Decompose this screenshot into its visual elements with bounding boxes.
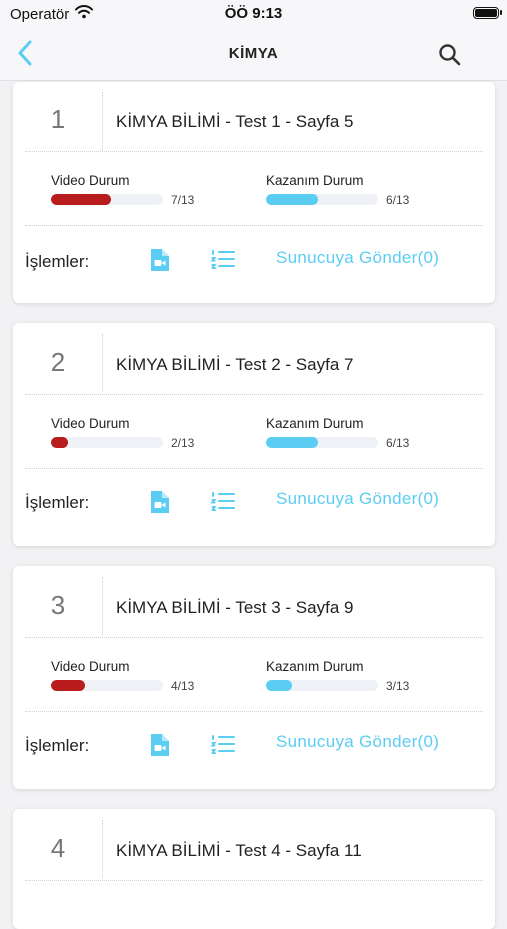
document-video-icon[interactable]	[147, 247, 173, 273]
document-video-icon[interactable]	[147, 732, 173, 758]
navigation-bar: KİMYA	[0, 28, 507, 81]
kazanim-status-label: Kazanım Durum	[266, 659, 364, 674]
video-status-label: Video Durum	[51, 173, 130, 188]
kazanim-count: 6/13	[386, 436, 410, 450]
status-bar: Operatör ÖÖ 9:13	[0, 0, 507, 28]
operations-label: İşlemler:	[25, 736, 90, 755]
list-icon[interactable]	[210, 732, 236, 758]
divider	[102, 334, 103, 392]
video-progress-bar	[51, 194, 163, 205]
test-card[interactable]: 4 KİMYA BİLİMİ - Test 4 - Sayfa 11	[13, 809, 495, 929]
test-card[interactable]: 1 KİMYA BİLİMİ - Test 1 - Sayfa 5 Video …	[13, 82, 495, 303]
battery-icon	[473, 7, 502, 19]
video-count: 2/13	[171, 436, 195, 450]
divider	[25, 711, 483, 712]
operations-label: İşlemler:	[25, 252, 90, 271]
video-count: 4/13	[171, 679, 195, 693]
video-progress-fill	[51, 437, 69, 448]
divider	[25, 880, 483, 881]
divider	[102, 92, 103, 150]
divider	[25, 637, 483, 638]
divider	[25, 151, 483, 152]
kazanim-progress-bar	[266, 680, 378, 691]
search-icon	[439, 44, 461, 66]
card-number: 3	[50, 590, 66, 620]
card-title: KİMYA BİLİMİ - Test 4 - Sayfa 11	[116, 841, 362, 860]
video-progress-fill	[51, 194, 112, 205]
card-number: 4	[50, 833, 66, 863]
video-progress-fill	[51, 680, 86, 691]
divider	[25, 394, 483, 395]
send-to-server-button[interactable]: Sunucuya Gönder(0)	[276, 248, 439, 268]
list-icon[interactable]	[210, 489, 236, 515]
operations-label: İşlemler:	[25, 493, 90, 512]
search-button[interactable]	[437, 42, 463, 68]
send-to-server-button[interactable]: Sunucuya Gönder(0)	[276, 489, 439, 509]
card-number: 1	[50, 104, 66, 134]
video-progress-bar	[51, 437, 163, 448]
kazanim-progress-fill	[266, 680, 292, 691]
video-status-label: Video Durum	[51, 659, 130, 674]
kazanim-progress-fill	[266, 194, 318, 205]
status-time: ÖÖ 9:13	[224, 5, 283, 22]
test-card[interactable]: 2 KİMYA BİLİMİ - Test 2 - Sayfa 7 Video …	[13, 323, 495, 546]
video-count: 7/13	[171, 193, 195, 207]
kazanim-progress-bar	[266, 194, 378, 205]
card-title: KİMYA BİLİMİ - Test 1 - Sayfa 5	[116, 112, 354, 131]
divider	[25, 468, 483, 469]
divider	[25, 225, 483, 226]
send-to-server-button[interactable]: Sunucuya Gönder(0)	[276, 732, 439, 752]
kazanim-progress-bar	[266, 437, 378, 448]
page-title: KİMYA	[228, 45, 279, 62]
kazanim-count: 6/13	[386, 193, 410, 207]
card-title: KİMYA BİLİMİ - Test 2 - Sayfa 7	[116, 355, 354, 374]
divider	[102, 577, 103, 635]
video-status-label: Video Durum	[51, 416, 130, 431]
kazanim-count: 3/13	[386, 679, 410, 693]
kazanim-status-label: Kazanım Durum	[266, 416, 364, 431]
card-number: 2	[50, 347, 66, 377]
test-card[interactable]: 3 KİMYA BİLİMİ - Test 3 - Sayfa 9 Video …	[13, 566, 495, 789]
divider	[102, 820, 103, 878]
kazanim-status-label: Kazanım Durum	[266, 173, 364, 188]
document-video-icon[interactable]	[147, 489, 173, 515]
video-progress-bar	[51, 680, 163, 691]
kazanim-progress-fill	[266, 437, 318, 448]
list-icon[interactable]	[210, 247, 236, 273]
card-title: KİMYA BİLİMİ - Test 3 - Sayfa 9	[116, 598, 354, 617]
